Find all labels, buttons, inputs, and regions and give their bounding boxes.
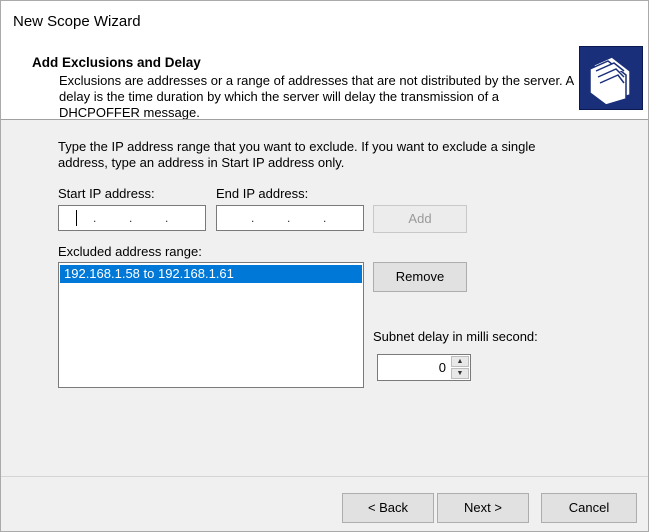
start-ip-label: Start IP address: xyxy=(58,186,155,201)
end-ip-input[interactable]: . . . xyxy=(216,205,364,231)
subnet-delay-spinner[interactable]: 0 ▲ ▼ xyxy=(377,354,471,381)
excluded-range-label: Excluded address range: xyxy=(58,244,202,259)
window-title: New Scope Wizard xyxy=(13,13,141,30)
wizard-window: New Scope Wizard Add Exclusions and Dela… xyxy=(0,0,649,532)
instructions-text: Type the IP address range that you want … xyxy=(58,139,536,170)
start-ip-input[interactable]: . . . xyxy=(58,205,206,231)
cancel-button[interactable]: Cancel xyxy=(541,493,637,523)
back-button[interactable]: < Back xyxy=(342,493,434,523)
spin-down-button[interactable]: ▼ xyxy=(451,368,469,379)
subnet-delay-label: Subnet delay in milli second: xyxy=(373,329,538,344)
subnet-delay-value: 0 xyxy=(438,360,446,375)
excluded-range-list[interactable]: 192.168.1.58 to 192.168.1.61 xyxy=(58,262,364,388)
spin-up-button[interactable]: ▲ xyxy=(451,356,469,367)
footer-divider xyxy=(1,476,648,477)
page-title: Add Exclusions and Delay xyxy=(32,55,201,70)
add-button[interactable]: Add xyxy=(373,205,467,233)
text-caret xyxy=(76,210,77,226)
remove-button[interactable]: Remove xyxy=(373,262,467,292)
next-button[interactable]: Next > xyxy=(437,493,529,523)
folders-icon xyxy=(579,46,643,110)
page-description: Exclusions are addresses or a range of a… xyxy=(59,73,574,120)
header-divider xyxy=(1,119,648,120)
end-ip-label: End IP address: xyxy=(216,186,309,201)
list-item[interactable]: 192.168.1.58 to 192.168.1.61 xyxy=(60,265,362,283)
wizard-header: Add Exclusions and Delay Exclusions are … xyxy=(1,43,648,120)
title-bar[interactable]: New Scope Wizard xyxy=(1,1,648,43)
